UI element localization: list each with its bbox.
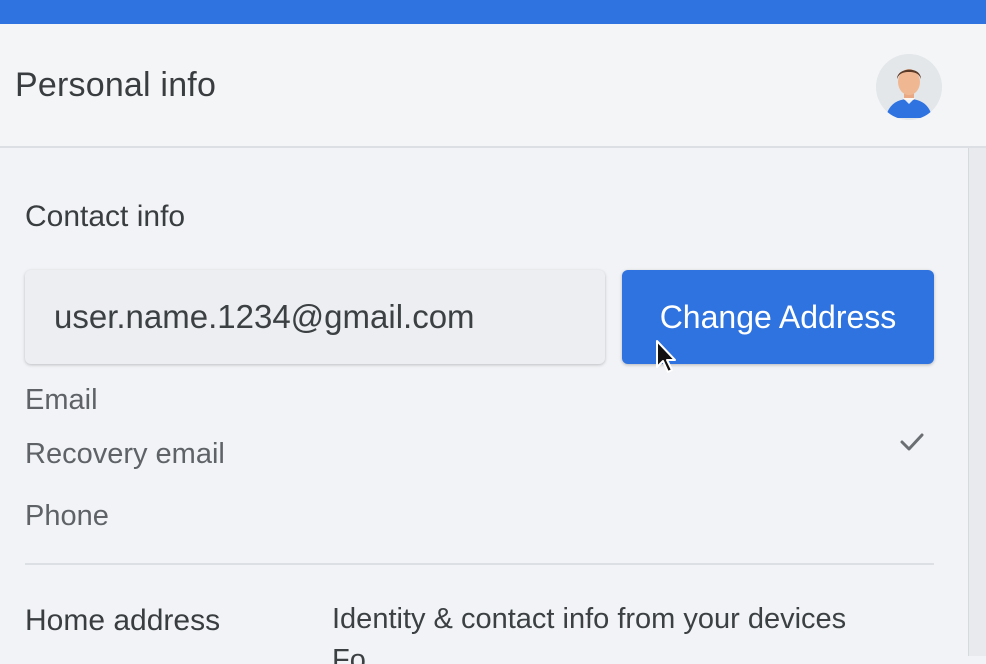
mouse-cursor-icon [656, 340, 676, 373]
email-field[interactable]: user.name.1234@gmail.com [25, 270, 605, 364]
home-address-description-2: Fo... [332, 644, 391, 664]
check-icon [900, 433, 924, 451]
page-title: Personal info [15, 66, 217, 104]
main-content: Contact info user.name.1234@gmail.com Ch… [0, 148, 968, 664]
top-bar [0, 0, 986, 24]
avatar-graphic [876, 54, 942, 120]
divider [25, 563, 934, 565]
home-address-label: Home address [25, 604, 221, 637]
home-address-description: Identity & contact info from your device… [332, 603, 847, 635]
recovery-email-label: Recovery email [25, 438, 225, 470]
section-title-contact-info: Contact info [25, 200, 186, 233]
phone-label: Phone [25, 500, 109, 532]
scrollbar[interactable] [968, 148, 986, 656]
header: Personal info [0, 24, 986, 148]
user-avatar-icon[interactable] [876, 54, 942, 120]
email-label: Email [25, 384, 98, 416]
